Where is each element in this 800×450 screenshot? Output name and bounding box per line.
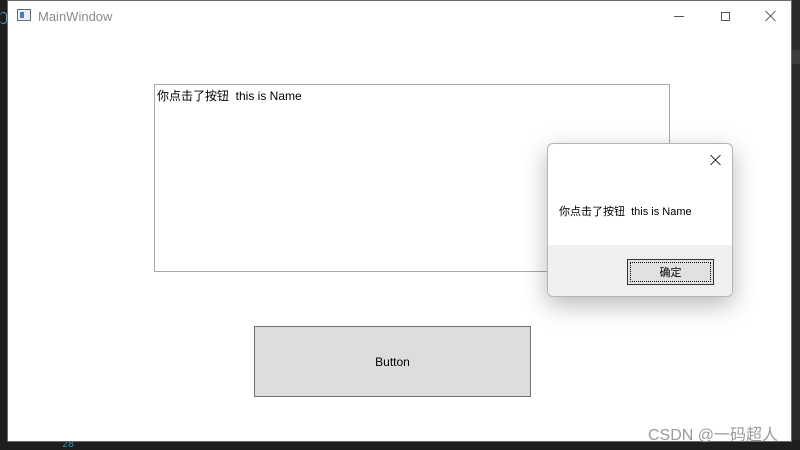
close-icon [710, 154, 722, 166]
title-bar[interactable]: MainWindow [8, 1, 791, 31]
maximize-button[interactable] [702, 1, 748, 31]
close-icon [765, 10, 777, 22]
editor-background-right [792, 0, 800, 450]
ok-button[interactable]: 确定 [627, 259, 714, 285]
close-window-button[interactable] [748, 1, 794, 31]
message-box-dialog: 你点击了按钮 this is Name 确定 [547, 143, 733, 297]
minimize-icon [674, 15, 684, 17]
app-window-icon [17, 9, 31, 21]
watermark: CSDN @一码超人 [648, 427, 779, 444]
window-title: MainWindow [38, 9, 113, 24]
message-box-close-button[interactable] [708, 152, 724, 168]
minimize-button[interactable] [656, 1, 702, 31]
main-button[interactable]: Button [254, 326, 531, 397]
message-box-text: 你点击了按钮 this is Name [559, 206, 692, 218]
editor-side-icon [0, 12, 7, 24]
editor-tab-hint [792, 50, 800, 64]
message-box-footer: 确定 [548, 245, 732, 296]
maximize-icon [720, 11, 730, 21]
